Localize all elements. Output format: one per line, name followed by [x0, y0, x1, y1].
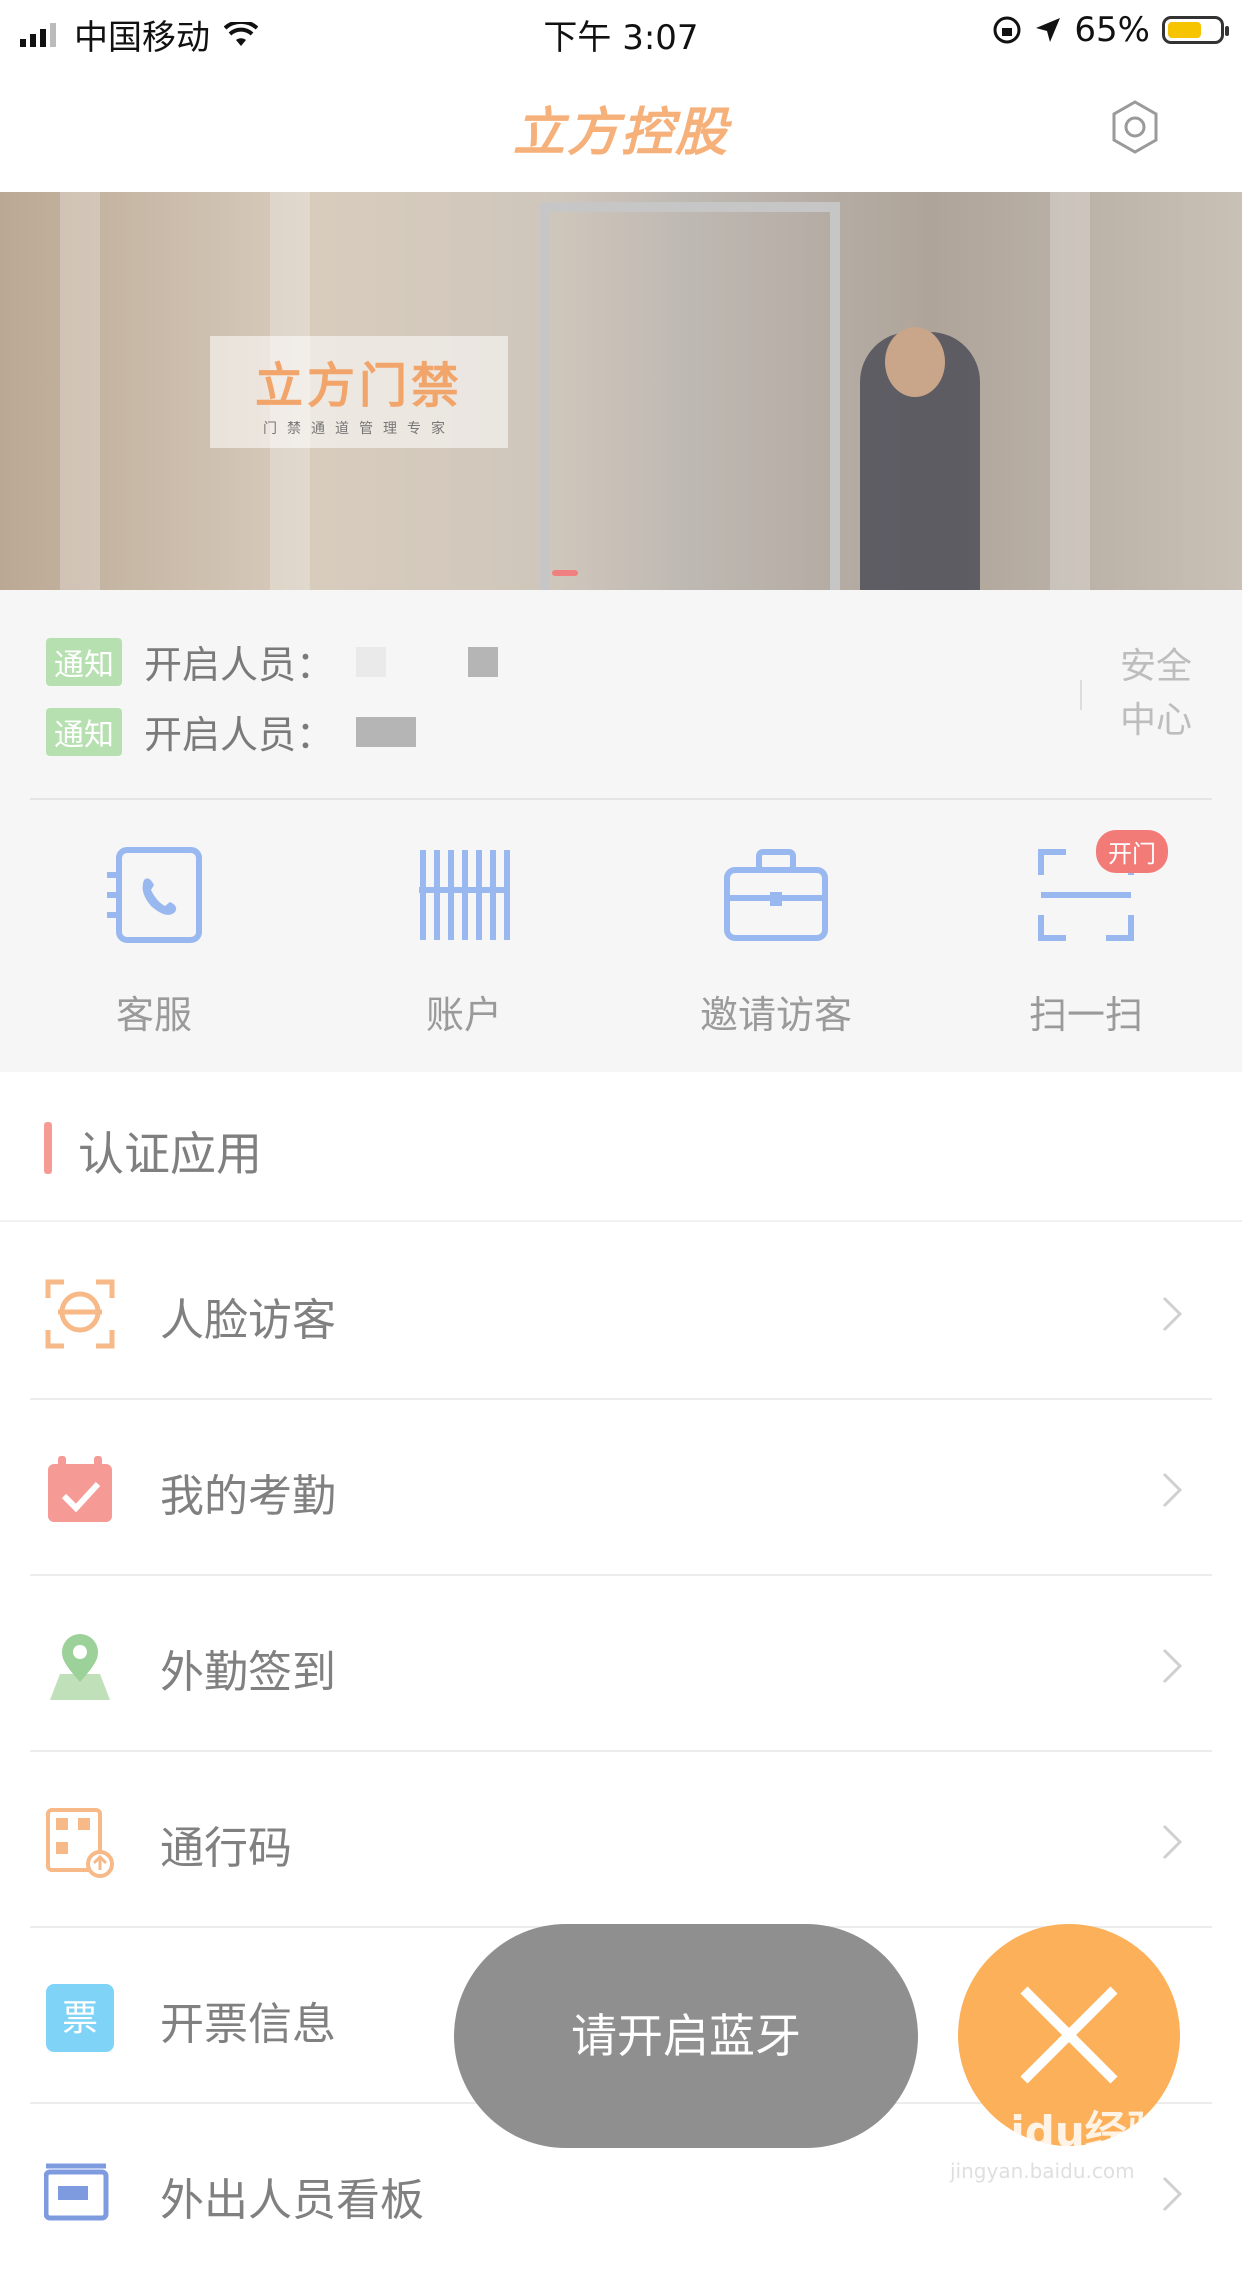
- board-icon: [44, 2163, 109, 2221]
- list-item-face-visitor[interactable]: 人脸访客: [0, 1224, 1242, 1400]
- location-arrow-icon: [1036, 18, 1061, 42]
- location-pin-icon: [50, 1634, 110, 1700]
- face-scan-icon: [45, 1279, 115, 1349]
- calendar-check-icon: [48, 1456, 112, 1522]
- status-bar: 中国移动 下午 3:07 65%: [0, 0, 1242, 62]
- phone-book-icon: [107, 847, 202, 943]
- open-door-badge: 开门: [1096, 830, 1168, 873]
- notice-tag: 通知: [46, 707, 122, 756]
- bluetooth-toast: 请开启蓝牙: [454, 1924, 918, 2148]
- redacted-block: [356, 716, 417, 747]
- quick-action-label: 客服: [115, 993, 192, 1037]
- security-center-line2: 中心: [1119, 700, 1192, 741]
- chevron-right-icon: [1162, 1648, 1183, 1684]
- notice-item[interactable]: 通知 开启人员：: [46, 704, 417, 759]
- qr-code-icon: [46, 1808, 114, 1878]
- watermark-url: jingyan.baidu.com: [950, 2159, 1135, 2183]
- carousel-indicator[interactable]: [552, 570, 578, 576]
- divider: [1080, 680, 1082, 710]
- notice-text: 开启人员：: [144, 713, 335, 757]
- chevron-right-icon: [1162, 1824, 1183, 1860]
- chevron-right-icon: [1162, 1472, 1183, 1508]
- quick-action-scan[interactable]: 开门 扫一扫: [986, 830, 1186, 1039]
- watermark-brand: Baidu经验: [950, 2107, 1169, 2156]
- notice-tag: 通知: [46, 637, 122, 686]
- list-item-label: 外勤签到: [160, 1647, 336, 1698]
- quick-action-label: 扫一扫: [1028, 993, 1143, 1037]
- banner-sign-subtitle: 门禁通道管理专家: [263, 421, 455, 437]
- banner-door-image: [540, 202, 840, 590]
- quick-action-customer-service[interactable]: 客服: [54, 840, 254, 1039]
- battery-percent: 65%: [1074, 10, 1150, 50]
- banner-decor: [60, 192, 100, 590]
- notice-text: 开启人员：: [144, 643, 335, 687]
- quick-action-invite-visitor[interactable]: 邀请访客: [676, 840, 876, 1039]
- redacted-block: [356, 646, 387, 677]
- quick-action-label: 邀请访客: [699, 993, 852, 1037]
- barcode-icon: [419, 850, 510, 940]
- list-item-label: 人脸访客: [160, 1295, 336, 1346]
- list-item-field-checkin[interactable]: 外勤签到: [0, 1576, 1242, 1752]
- gear-icon[interactable]: [1106, 98, 1164, 156]
- briefcase-icon: [724, 849, 828, 941]
- app-header: 立方控股: [0, 62, 1242, 192]
- promo-banner[interactable]: 立方门禁 门禁通道管理专家: [0, 192, 1242, 590]
- watermark-logo: Baidu经验 jingyan.baidu.com: [950, 2098, 1210, 2188]
- battery-fill: [1168, 22, 1201, 38]
- notice-item[interactable]: 通知 开启人员：: [46, 634, 499, 689]
- banner-sign: 立方门禁 门禁通道管理专家: [210, 336, 508, 448]
- list-item-pass-code[interactable]: 通行码: [0, 1752, 1242, 1928]
- section-header: 认证应用: [0, 1072, 1242, 1222]
- security-center-link[interactable]: 安全 中心: [1116, 640, 1196, 748]
- security-center-line1: 安全: [1119, 646, 1192, 687]
- app-logo: 立方控股: [512, 103, 729, 163]
- quick-action-account[interactable]: 账户: [364, 840, 564, 1039]
- list-item-label: 开票信息: [160, 1999, 336, 2050]
- battery-icon: [1162, 16, 1229, 44]
- redacted-block: [468, 646, 499, 677]
- chevron-right-icon: [1162, 1296, 1183, 1332]
- svg-text:票: 票: [62, 1998, 98, 2039]
- section-title: 认证应用: [78, 1127, 262, 1181]
- divider: [0, 1220, 1242, 1222]
- status-right: 65%: [992, 10, 1229, 50]
- quick-actions: 客服 账户 邀请访客 开门 扫一扫: [0, 800, 1242, 1072]
- list-item-label: 外出人员看板: [160, 2175, 424, 2226]
- list-item-attendance[interactable]: 我的考勤: [0, 1400, 1242, 1576]
- banner-sign-title: 立方门禁: [254, 358, 463, 414]
- quick-action-label: 账户: [425, 993, 502, 1037]
- ticket-icon: 票: [46, 1984, 114, 2052]
- banner-decor: [1050, 192, 1090, 590]
- orientation-lock-icon: [993, 16, 1021, 44]
- close-icon: [1020, 1986, 1118, 2084]
- banner-person-head: [885, 327, 945, 397]
- list-item-label: 我的考勤: [160, 1471, 336, 1522]
- list-item-label: 通行码: [160, 1823, 292, 1874]
- section-accent-bar: [44, 1122, 52, 1174]
- notice-panel: 通知 开启人员： 通知 开启人员： 安全 中心: [0, 590, 1242, 800]
